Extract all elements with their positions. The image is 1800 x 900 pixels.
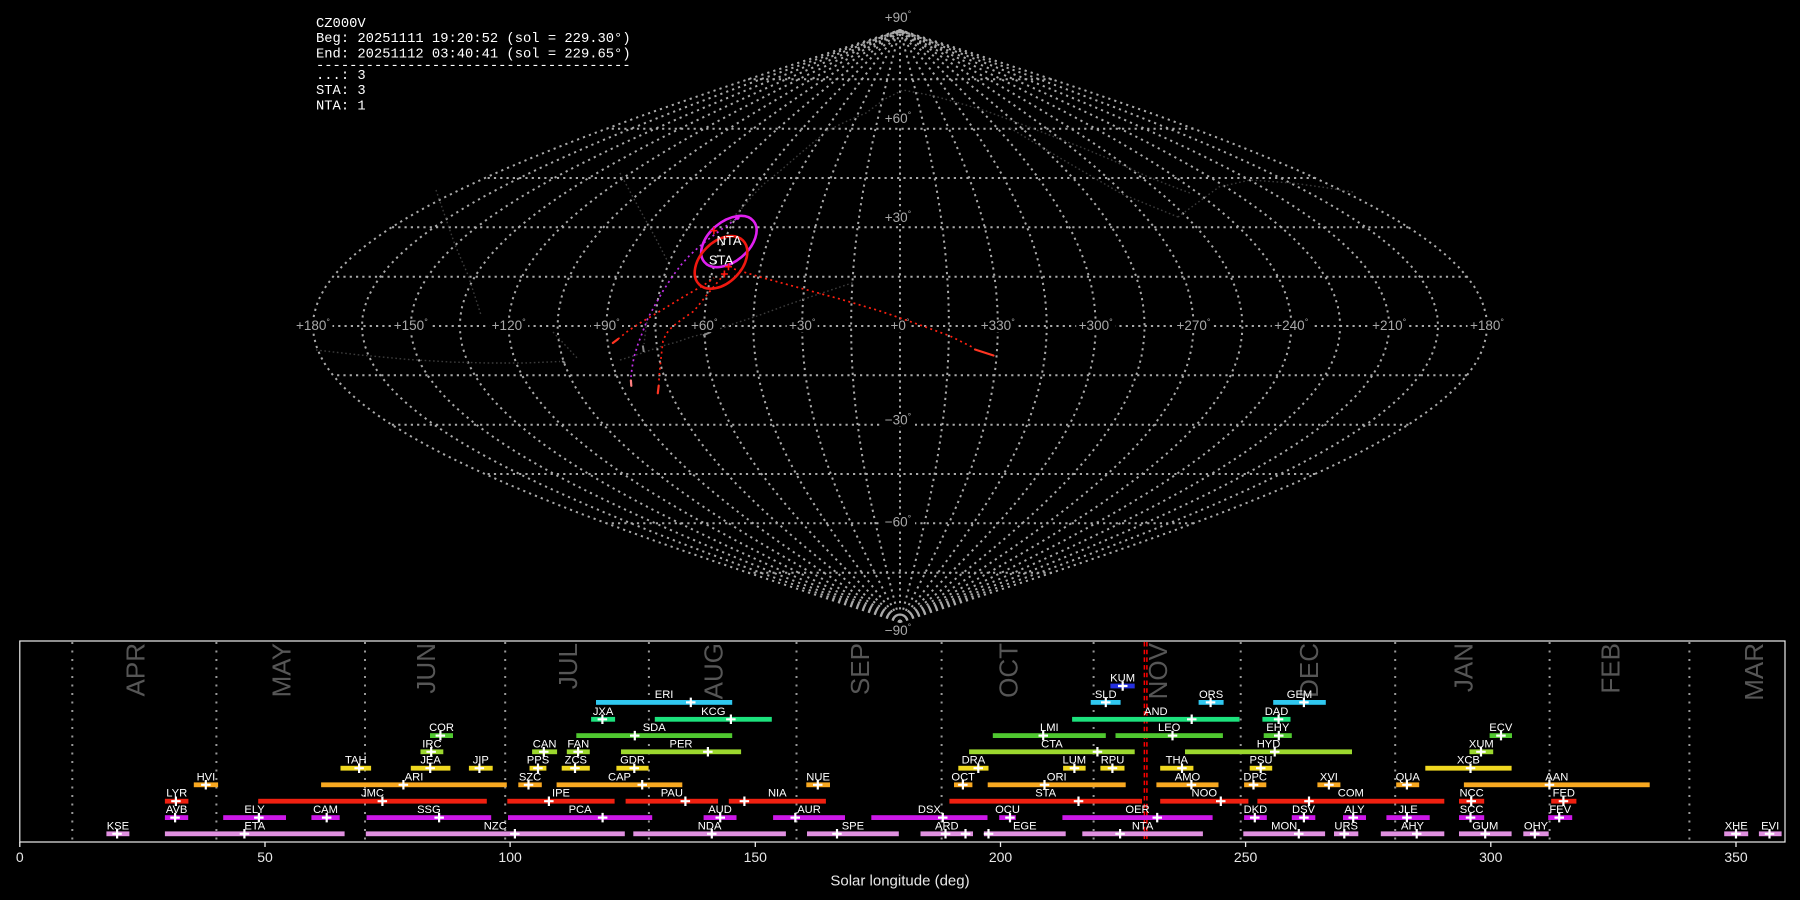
svg-text:PCA: PCA <box>569 804 593 816</box>
svg-text:+60°: +60° <box>691 317 718 333</box>
svg-text:CAM: CAM <box>313 804 338 816</box>
svg-text:SPE: SPE <box>842 820 864 832</box>
svg-text:+30°: +30° <box>789 317 816 333</box>
svg-text:THA: THA <box>1166 755 1189 767</box>
svg-text:XCB: XCB <box>1457 755 1480 767</box>
svg-text:NOV: NOV <box>1143 642 1173 699</box>
svg-text:50: 50 <box>257 849 273 865</box>
svg-text:+330°: +330° <box>981 317 1015 333</box>
svg-text:+240°: +240° <box>1274 317 1308 333</box>
svg-text:JIP: JIP <box>473 755 489 767</box>
svg-text:+150°: +150° <box>394 317 428 333</box>
svg-text:0: 0 <box>16 849 24 865</box>
svg-text:ARD: ARD <box>935 820 959 832</box>
svg-text:PER: PER <box>669 738 692 750</box>
svg-text:+60°: +60° <box>885 110 912 126</box>
svg-text:AHY: AHY <box>1401 820 1425 832</box>
svg-text:NTA: NTA <box>1132 820 1154 832</box>
svg-text:COM: COM <box>1338 788 1364 800</box>
svg-text:NDA: NDA <box>698 820 722 832</box>
svg-text:NTA: 1: NTA: 1 <box>316 99 366 114</box>
svg-text:SZC: SZC <box>519 771 541 783</box>
svg-text:DPC: DPC <box>1243 771 1267 783</box>
svg-text:ELY: ELY <box>244 804 265 816</box>
svg-text:NOO: NOO <box>1192 788 1218 800</box>
svg-text:PAU: PAU <box>661 788 683 800</box>
svg-text:...: 3: ...: 3 <box>316 69 366 84</box>
svg-text:GEM: GEM <box>1287 689 1312 701</box>
svg-text:ORI: ORI <box>1047 771 1067 783</box>
svg-text:−60°: −60° <box>885 514 912 530</box>
svg-text:200: 200 <box>989 849 1013 865</box>
svg-text:300: 300 <box>1479 849 1503 865</box>
svg-text:APR: APR <box>120 643 150 696</box>
svg-text:Solar longitude (deg): Solar longitude (deg) <box>830 873 969 890</box>
svg-text:DSX: DSX <box>918 804 942 816</box>
svg-text:CAP: CAP <box>608 771 631 783</box>
svg-text:FEB: FEB <box>1596 643 1626 694</box>
svg-text:DRA: DRA <box>962 755 986 767</box>
svg-text:GDR: GDR <box>620 755 645 767</box>
svg-text:FEV: FEV <box>1549 804 1571 816</box>
svg-text:250: 250 <box>1234 849 1258 865</box>
svg-text:OCT: OCT <box>994 643 1024 698</box>
svg-text:HYD: HYD <box>1257 738 1281 750</box>
svg-text:+210°: +210° <box>1372 317 1406 333</box>
svg-text:JMC: JMC <box>361 788 384 800</box>
svg-text:350: 350 <box>1724 849 1748 865</box>
svg-text:CTA: CTA <box>1041 738 1063 750</box>
svg-text:ERI: ERI <box>655 689 674 701</box>
svg-text:JUN: JUN <box>411 643 441 694</box>
svg-text:+90°: +90° <box>885 9 912 25</box>
svg-text:100: 100 <box>498 849 522 865</box>
svg-text:OHY: OHY <box>1524 820 1549 832</box>
svg-text:−90°: −90° <box>885 622 912 638</box>
svg-text:JUL: JUL <box>553 643 583 689</box>
svg-text:NTA: NTA <box>716 233 741 248</box>
svg-text:JLE: JLE <box>1398 804 1417 816</box>
svg-text:STA: STA <box>1035 788 1056 800</box>
svg-text:+300°: +300° <box>1079 317 1113 333</box>
svg-text:AMO: AMO <box>1175 771 1201 783</box>
svg-text:STA: STA <box>709 253 734 268</box>
svg-text:ETA: ETA <box>244 820 265 832</box>
svg-text:IPE: IPE <box>552 788 570 800</box>
svg-text:MON: MON <box>1271 820 1297 832</box>
svg-text:SEP: SEP <box>845 643 875 695</box>
svg-text:OCU: OCU <box>995 804 1020 816</box>
svg-text:JAN: JAN <box>1448 643 1478 692</box>
svg-text:TAH: TAH <box>345 755 367 767</box>
svg-text:+30°: +30° <box>885 209 912 225</box>
svg-text:+120°: +120° <box>492 317 526 333</box>
svg-text:AND: AND <box>1144 706 1168 718</box>
svg-text:−30°: −30° <box>885 412 912 428</box>
svg-text:+180°: +180° <box>296 317 330 333</box>
svg-text:MAR: MAR <box>1739 643 1769 701</box>
svg-text:+180°: +180° <box>1470 317 1504 333</box>
svg-text:STA: 3: STA: 3 <box>316 84 366 99</box>
svg-text:Beg: 20251111 19:20:52 (sol =: Beg: 20251111 19:20:52 (sol = 229.30°) <box>316 31 631 47</box>
svg-text:URS: URS <box>1334 820 1358 832</box>
svg-text:EGE: EGE <box>1013 820 1037 832</box>
svg-text:CZ000V: CZ000V <box>316 17 366 32</box>
svg-text:150: 150 <box>744 849 768 865</box>
svg-text:DAD: DAD <box>1265 706 1289 718</box>
svg-text:+270°: +270° <box>1176 317 1210 333</box>
svg-text:ALY: ALY <box>1344 804 1365 816</box>
svg-text:+90°: +90° <box>593 317 620 333</box>
svg-text:AUG: AUG <box>699 643 729 699</box>
svg-text:SDA: SDA <box>643 722 667 734</box>
svg-text:OER: OER <box>1125 804 1149 816</box>
svg-text:NIA: NIA <box>768 788 787 800</box>
svg-text:LEO: LEO <box>1158 722 1181 734</box>
svg-text:KCG: KCG <box>701 706 725 718</box>
svg-text:NZC: NZC <box>484 820 507 832</box>
svg-text:SSG: SSG <box>417 804 441 816</box>
svg-text:MAY: MAY <box>267 643 297 697</box>
svg-text:ARI: ARI <box>405 771 424 783</box>
svg-text:AUR: AUR <box>797 804 821 816</box>
